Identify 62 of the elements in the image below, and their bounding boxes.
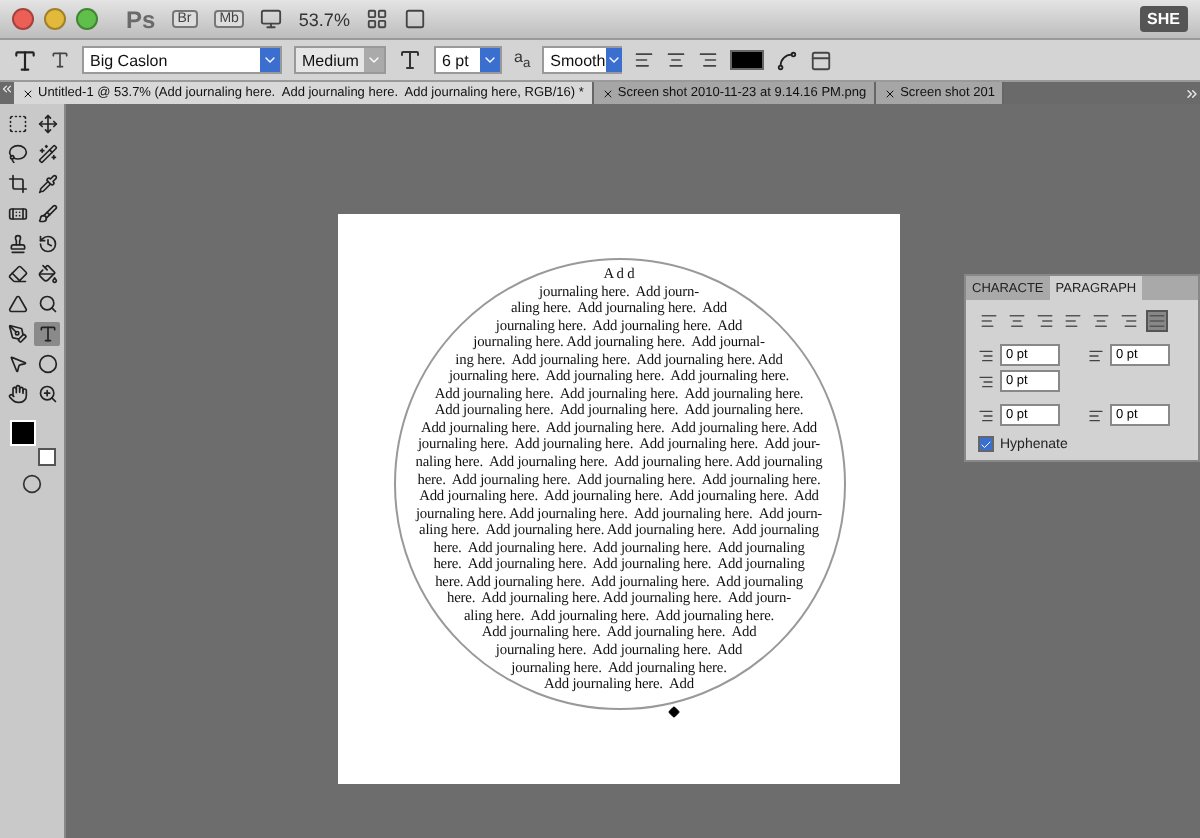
pointer-icon[interactable] [4,352,30,376]
magic-wand-icon[interactable] [34,142,60,166]
crop-icon[interactable] [4,172,30,196]
type-icon[interactable] [34,322,60,346]
marquee-icon[interactable] [4,112,30,136]
panels-icon[interactable] [810,49,833,71]
pen-icon[interactable] [4,322,30,346]
indent-left-icon [978,347,994,363]
align-icon[interactable] [634,50,655,70]
align-icon[interactable] [1062,310,1084,332]
caret-icon[interactable] [605,48,622,72]
bandage-icon[interactable] [4,202,30,226]
triangle-icon[interactable] [4,292,30,316]
type-tool-icon[interactable] [12,47,38,73]
background-color-swatch[interactable] [38,448,56,466]
minimize-button[interactable] [44,8,66,30]
font-style-dropdown[interactable]: Medium [294,46,386,74]
antialias-glyph: a$_{a}$ [514,48,531,72]
orientation-icon[interactable] [50,50,70,70]
ellipse-icon[interactable] [34,352,60,376]
indent-right-icon [1088,347,1104,363]
align-icon[interactable] [1118,310,1140,332]
close-icon[interactable] [601,87,614,99]
hand-icon[interactable] [4,382,30,406]
align-icon[interactable] [1006,310,1028,332]
zoom-button[interactable] [76,8,98,30]
quick-mask-icon[interactable] [22,474,42,494]
app-logo: Ps [126,5,156,33]
align-icon[interactable] [698,50,719,70]
close-button[interactable] [12,8,34,30]
hyphenate-checkbox[interactable] [978,436,994,452]
warp-text-icon[interactable] [776,49,799,71]
font-family-dropdown[interactable]: Big Caslon [82,46,282,74]
font-size-icon [398,48,422,72]
zoom-dropdown[interactable]: 53.7% [298,9,350,29]
font-size-dropdown[interactable]: 6 pt [434,46,502,74]
align-icon[interactable] [978,310,1000,332]
eyedropper-icon[interactable] [34,172,60,196]
antialias-dropdown[interactable]: Smooth [542,46,623,74]
magnifier-icon[interactable] [34,292,60,316]
align-icon[interactable] [666,50,687,70]
brush-icon[interactable] [34,202,60,226]
foreground-color-swatch[interactable] [10,420,36,446]
space-after-icon [1088,407,1104,423]
close-icon[interactable] [884,87,897,99]
align-icon[interactable] [1034,310,1056,332]
screen-mode-icon[interactable] [403,8,426,30]
history-brush-icon[interactable] [34,232,60,256]
arrange-icon[interactable] [365,8,388,30]
workspace-button[interactable]: SHE [1139,6,1188,32]
close-icon[interactable] [22,87,34,99]
align-icon[interactable] [1090,310,1112,332]
move-icon[interactable] [34,112,60,136]
anchor-point-icon [667,706,679,718]
first-line-indent-icon [978,373,994,389]
space-before-icon [978,407,994,423]
paint-bucket-icon[interactable] [34,262,60,286]
view-extras-icon[interactable] [260,8,283,30]
text-color-swatch[interactable] [730,50,765,70]
lasso-icon[interactable] [4,142,30,166]
zoom-icon[interactable] [34,382,60,406]
eraser-icon[interactable] [4,262,30,286]
